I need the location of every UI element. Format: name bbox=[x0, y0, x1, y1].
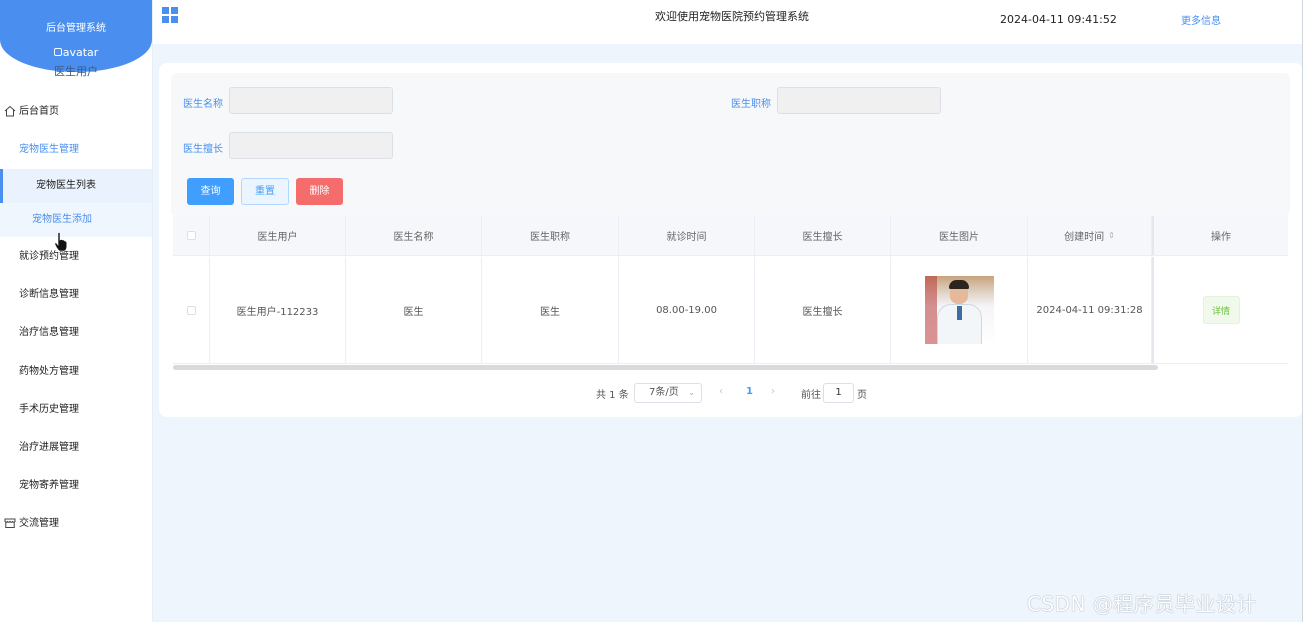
column-header: 医生图片 bbox=[891, 216, 1028, 255]
menu-grid-icon[interactable] bbox=[162, 7, 178, 23]
doctor-photo bbox=[924, 276, 994, 344]
goto-page-input[interactable]: 1 bbox=[823, 383, 854, 403]
select-all-checkbox[interactable] bbox=[186, 231, 196, 240]
cell-name: 医生 bbox=[346, 257, 482, 363]
page-size-select[interactable]: 7条/页 ⌄ bbox=[634, 383, 702, 403]
sidebar-item-surgery-history[interactable]: 手术历史管理 bbox=[0, 395, 152, 425]
chevron-down-icon: ⌄ bbox=[688, 388, 695, 397]
doctor-specialty-label: 医生擅长 bbox=[183, 144, 223, 155]
page-title: 欢迎使用宠物医院预约管理系统 bbox=[655, 10, 809, 23]
sidebar-item-label: 药物处方管理 bbox=[19, 366, 79, 377]
sidebar-item-diagnosis[interactable]: 诊断信息管理 bbox=[0, 280, 152, 310]
system-title: 后台管理系统 bbox=[46, 23, 106, 34]
cell-specialty: 医生擅长 bbox=[755, 257, 891, 363]
column-header: 操作 bbox=[1152, 216, 1288, 255]
user-name: 医生用户 bbox=[54, 65, 98, 78]
sidebar-item-appointments[interactable]: 就诊预约管理 bbox=[0, 242, 152, 272]
detail-button[interactable]: 详情 bbox=[1202, 296, 1240, 324]
column-header: 就诊时间 bbox=[619, 216, 755, 255]
sidebar-item-pet-doctor-list[interactable]: 宠物医生列表 bbox=[0, 169, 152, 203]
avatar: avatar bbox=[0, 46, 152, 59]
sidebar-item-label: 宠物寄养管理 bbox=[19, 480, 79, 491]
header-checkbox-cell bbox=[173, 216, 210, 255]
sidebar-header-background bbox=[0, 0, 152, 72]
sidebar-item-treatment-progress[interactable]: 治疗进展管理 bbox=[0, 433, 152, 463]
doctor-title-label: 医生职称 bbox=[731, 99, 771, 110]
reset-button[interactable]: 重置 bbox=[241, 178, 289, 205]
prev-page-icon[interactable]: ‹ bbox=[719, 386, 723, 397]
sidebar-item-label: 宠物医生添加 bbox=[32, 214, 92, 225]
sidebar-item-label: 手术历史管理 bbox=[19, 404, 79, 415]
sidebar-item-label: 诊断信息管理 bbox=[19, 289, 79, 300]
sidebar-item-label: 治疗进展管理 bbox=[19, 442, 79, 453]
sidebar-item-label: 宠物医生管理 bbox=[19, 144, 79, 155]
column-header: 医生擅长 bbox=[755, 216, 891, 255]
window-edge bbox=[1302, 0, 1306, 622]
hand-cursor-icon bbox=[54, 232, 68, 252]
top-header: 欢迎使用宠物医院预约管理系统 2024-04-11 09:41:52 更多信息 bbox=[153, 0, 1306, 44]
current-datetime: 2024-04-11 09:41:52 bbox=[1000, 13, 1117, 26]
column-header: 医生用户 bbox=[210, 216, 346, 255]
broken-image-icon bbox=[53, 48, 62, 56]
sidebar-item-pet-doctor-add[interactable]: 宠物医生添加 bbox=[0, 203, 152, 237]
table-row: 医生用户-112233 医生 医生 08.00-19.00 医生擅长 2024-… bbox=[173, 257, 1288, 364]
more-info-link[interactable]: 更多信息 bbox=[1181, 12, 1221, 27]
column-header: 医生名称 bbox=[346, 216, 482, 255]
query-button[interactable]: 查询 bbox=[187, 178, 234, 205]
next-page-icon[interactable]: › bbox=[771, 386, 775, 397]
doctor-table: 医生用户 医生名称 医生职称 就诊时间 医生擅长 医生图片 创建时间 ⇕ 操作 医… bbox=[173, 216, 1288, 366]
row-checkbox-cell bbox=[173, 257, 210, 363]
watermark: CSDN @程序员毕业设计 bbox=[1027, 592, 1257, 616]
doctor-specialty-input[interactable] bbox=[229, 132, 393, 159]
cell-hours: 08.00-19.00 bbox=[619, 257, 755, 363]
home-icon bbox=[4, 97, 16, 127]
horizontal-scrollbar[interactable] bbox=[173, 365, 1158, 370]
sidebar-item-label: 就诊预约管理 bbox=[19, 251, 79, 262]
pagination-total: 共 1 条 bbox=[596, 390, 629, 401]
doctor-name-input[interactable] bbox=[229, 87, 393, 114]
goto-label: 前往 bbox=[801, 390, 821, 401]
column-header: 医生职称 bbox=[482, 216, 619, 255]
created-time-header[interactable]: 创建时间 ⇕ bbox=[1028, 216, 1152, 255]
cell-user: 医生用户-112233 bbox=[210, 257, 346, 363]
page-size-value: 7条/页 bbox=[649, 387, 679, 398]
sidebar-item-label: 治疗信息管理 bbox=[19, 327, 79, 338]
cell-title: 医生 bbox=[482, 257, 619, 363]
sidebar: 后台管理系统 avatar 医生用户 后台首页 宠物医生管理 宠物医生列表 宠物… bbox=[0, 0, 153, 622]
doctor-name-label: 医生名称 bbox=[183, 99, 223, 110]
sidebar-item-treatment[interactable]: 治疗信息管理 bbox=[0, 318, 152, 348]
sidebar-item-pet-doctor-management[interactable]: 宠物医生管理 bbox=[0, 135, 152, 165]
sidebar-item-prescriptions[interactable]: 药物处方管理 bbox=[0, 357, 152, 387]
cell-created: 2024-04-11 09:31:28 bbox=[1028, 257, 1152, 363]
sidebar-item-label: 交流管理 bbox=[19, 518, 59, 529]
avatar-alt-text: avatar bbox=[62, 46, 99, 59]
sidebar-item-label: 后台首页 bbox=[19, 106, 59, 117]
delete-button[interactable]: 删除 bbox=[296, 178, 343, 205]
page-suffix: 页 bbox=[857, 390, 867, 401]
sidebar-item-label: 宠物医生列表 bbox=[36, 180, 96, 191]
sidebar-item-pet-boarding[interactable]: 宠物寄养管理 bbox=[0, 471, 152, 501]
sidebar-item-home[interactable]: 后台首页 bbox=[0, 97, 152, 127]
page-number[interactable]: 1 bbox=[746, 386, 753, 397]
table-header: 医生用户 医生名称 医生职称 就诊时间 医生擅长 医生图片 创建时间 ⇕ 操作 bbox=[173, 216, 1288, 256]
cell-photo bbox=[891, 257, 1028, 363]
doctor-title-input[interactable] bbox=[777, 87, 941, 114]
column-header: 创建时间 bbox=[1064, 232, 1105, 243]
shop-icon bbox=[4, 509, 16, 539]
row-checkbox[interactable] bbox=[186, 305, 196, 315]
sidebar-item-communication[interactable]: 交流管理 bbox=[0, 509, 152, 539]
sort-icon[interactable]: ⇕ bbox=[1108, 231, 1115, 240]
cell-actions: 详情 bbox=[1152, 257, 1288, 363]
